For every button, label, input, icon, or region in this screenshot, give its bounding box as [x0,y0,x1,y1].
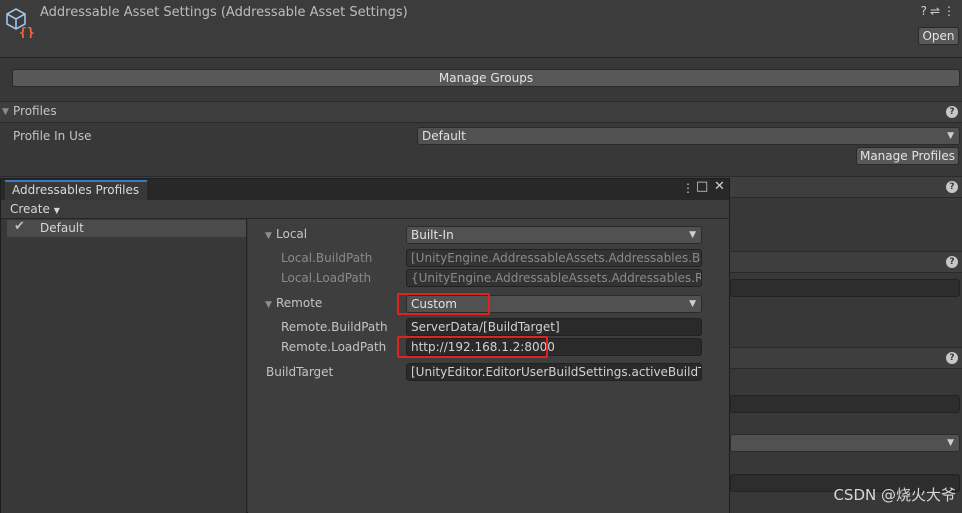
watermark: CSDN @烧火大爷 [833,486,956,504]
dropdown-arrow-icon: ▼ [53,206,60,215]
remote-load-path-label: Remote.LoadPath [281,340,387,354]
manage-profiles-button[interactable]: Manage Profiles [856,147,959,165]
manage-groups-button[interactable]: Manage Groups [12,69,960,87]
local-load-path-label: Local.LoadPath [281,271,372,285]
dropdown-arrow-icon: ▼ [689,230,696,240]
profile-name: Default [40,221,84,235]
create-menu[interactable]: Create ▼ [10,202,60,216]
remote-build-path-field[interactable]: ServerData/[BuildTarget] [406,318,702,336]
open-button[interactable]: Open [918,27,959,45]
profile-in-use-label: Profile In Use [13,129,92,143]
profile-in-use-value: Default [422,129,466,143]
help-icon[interactable]: ? [946,181,958,193]
more-menu-icon[interactable]: ⋮ [943,4,958,18]
help-icon[interactable]: ? [946,352,958,364]
background-dropdown[interactable]: ▼ [730,434,960,452]
profile-in-use-dropdown[interactable]: Default ▼ [417,127,960,145]
inspector-title: Addressable Asset Settings (Addressable … [40,5,408,20]
close-icon[interactable]: ✕ [714,179,725,194]
local-label: Local [276,227,308,241]
remote-build-path-label: Remote.BuildPath [281,320,388,334]
more-menu-icon[interactable]: ⋮ [682,181,694,195]
highlight-box [397,293,490,315]
local-build-path-field: [UnityEngine.AddressableAssets.Addressab… [406,249,702,267]
background-field[interactable] [730,279,960,297]
foldout-arrow-icon[interactable]: ▼ [265,300,272,310]
help-icon[interactable]: ? [921,4,930,18]
addressables-settings-icon: {} [6,8,35,38]
highlight-box [397,336,548,358]
list-item[interactable]: ✔ Default [7,219,246,237]
help-icon[interactable]: ? [946,256,958,268]
profiles-header-label: Profiles [13,104,57,118]
build-target-label: BuildTarget [266,365,334,379]
tab-addressables-profiles[interactable]: Addressables Profiles [5,180,147,200]
inspector-header-icons[interactable]: ?⇌⋮ [921,4,958,18]
help-icon[interactable]: ? [946,106,958,118]
dropdown-arrow-icon: ▼ [689,299,696,309]
background-field[interactable] [730,395,960,413]
foldout-arrow-icon[interactable]: ▼ [2,107,9,117]
local-build-path-label: Local.BuildPath [281,251,373,265]
dropdown-arrow-icon: ▼ [947,438,954,448]
profiles-list-pane [1,219,247,513]
local-dropdown[interactable]: Built-In ▼ [406,226,702,244]
preset-icon[interactable]: ⇌ [930,4,943,18]
foldout-arrow-icon[interactable]: ▼ [265,231,272,241]
build-target-field[interactable]: [UnityEditor.EditorUserBuildSettings.act… [406,363,702,381]
remote-label: Remote [276,296,323,310]
maximize-icon[interactable]: □ [696,179,708,194]
local-load-path-field: {UnityEngine.AddressableAssets.Addressab… [406,269,702,287]
checkmark-icon: ✔ [14,219,25,234]
profiles-section-header[interactable] [0,101,962,123]
dropdown-arrow-icon: ▼ [947,131,954,141]
addressables-profiles-window: Addressables Profiles ⋮ □ ✕ Create ▼ ✔ D… [0,178,730,513]
svg-text:{}: {} [19,26,35,38]
local-value: Built-In [411,228,454,242]
create-label: Create [10,202,50,216]
window-toolbar [1,200,729,219]
